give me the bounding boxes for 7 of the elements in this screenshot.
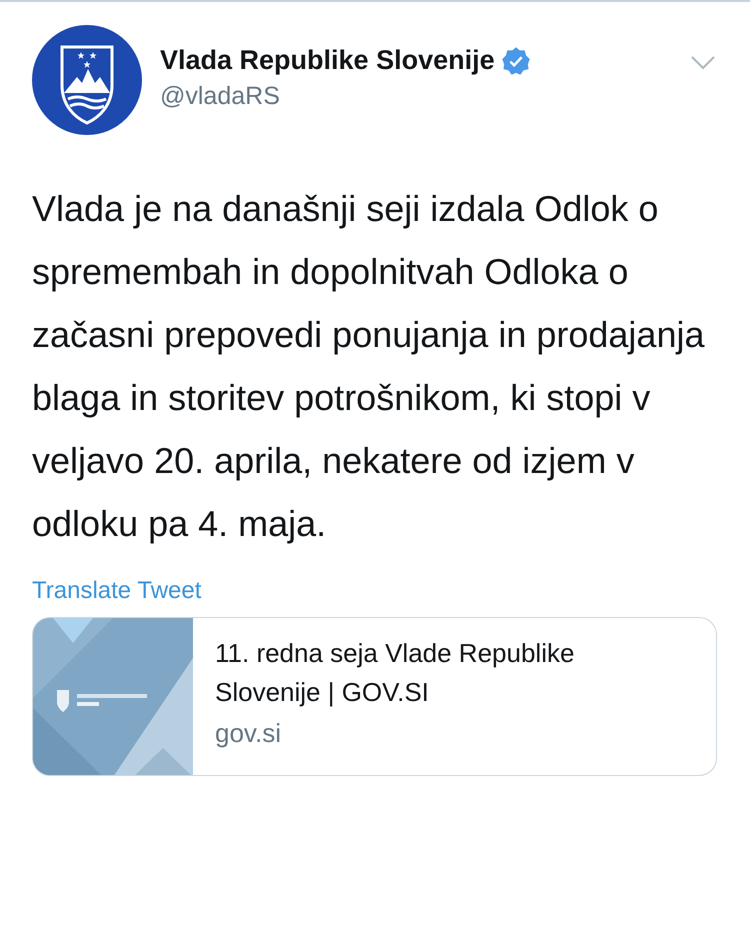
avatar-icon[interactable] (32, 25, 142, 135)
account-handle[interactable]: @vladaRS (160, 82, 672, 111)
link-card[interactable]: 11. redna seja Vlade Republike Slovenije | GOV.SI gov.si (32, 617, 717, 776)
account-name[interactable]: Vlada Republike Slovenije (160, 45, 495, 76)
link-title: 11. redna seja Vlade Republike Slovenije | GOV.SI (215, 637, 576, 709)
tweet-text: Vlada je na današnji seji izdala Odlok o spremembah in dopolnitvah Odloka o začasni prepovedi ponujanja in prodajanja blaga in storitev potrošnikom, ki stopi v veljavo 20. aprila, nekatere od izjem v odloku pa 4. maja. (32, 187, 706, 546)
link-domain: gov.si (215, 718, 282, 749)
